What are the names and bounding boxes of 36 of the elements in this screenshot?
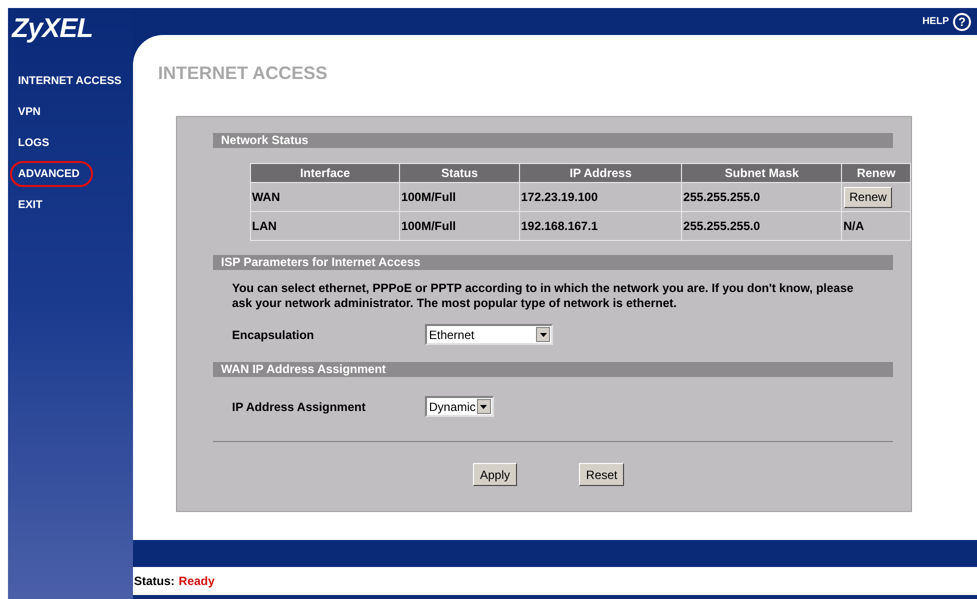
help-icon[interactable]: ? [953, 12, 971, 30]
section-header: WAN IP Address Assignment [213, 362, 893, 377]
sidebar-item[interactable]: INTERNET ACCESS [18, 72, 122, 90]
table-cell: 100M/Full [400, 212, 520, 240]
sidebar-item[interactable]: LOGS [18, 134, 50, 152]
field-label: IP Address Assignment [232, 398, 367, 416]
description: You can select ethernet, PPPoE or PPTP according to in which the network you are. If you don't know, please ask your network administrator. The most popular type of network is ethernet. [232, 281, 854, 311]
table-cell: WAN [250, 182, 400, 212]
renew-button[interactable]: Renew [844, 186, 892, 208]
encapsulation-dropdown[interactable]: Ethernet [425, 324, 553, 345]
field-label: Encapsulation [232, 326, 316, 344]
sidebar-item[interactable]: ADVANCED [18, 166, 80, 182]
column-header: Interface [250, 164, 400, 182]
table-cell: 255.255.255.0 [682, 182, 842, 212]
table-cell: 192.168.167.1 [520, 212, 682, 240]
column-header: Renew [842, 164, 910, 182]
form-button[interactable]: Apply [473, 463, 518, 486]
status-value: Ready [178, 573, 215, 590]
table-cell: LAN [250, 212, 400, 240]
assignment-dropdown[interactable]: Dynamic [425, 396, 494, 417]
page-title: INTERNET ACCESS [158, 63, 328, 83]
table-cell: N/A [843, 219, 864, 233]
table-cell: 255.255.255.0 [682, 212, 842, 240]
section-header: Network Status [213, 133, 893, 148]
table-cell: 100M/Full [400, 182, 520, 212]
column-header: Status [400, 164, 520, 182]
form-button[interactable]: Reset [579, 463, 624, 486]
status-label: Status: [134, 573, 175, 590]
logo: ZyXEL [12, 12, 94, 44]
column-header: IP Address [520, 164, 682, 182]
section-header: ISP Parameters for Internet Access [213, 255, 893, 270]
column-header: Subnet Mask [682, 164, 842, 182]
sidebar-item[interactable]: VPN [18, 104, 41, 120]
table-cell: 172.23.19.100 [520, 182, 682, 212]
sidebar-item[interactable]: EXIT [18, 196, 42, 214]
help-link[interactable]: HELP [922, 14, 949, 29]
